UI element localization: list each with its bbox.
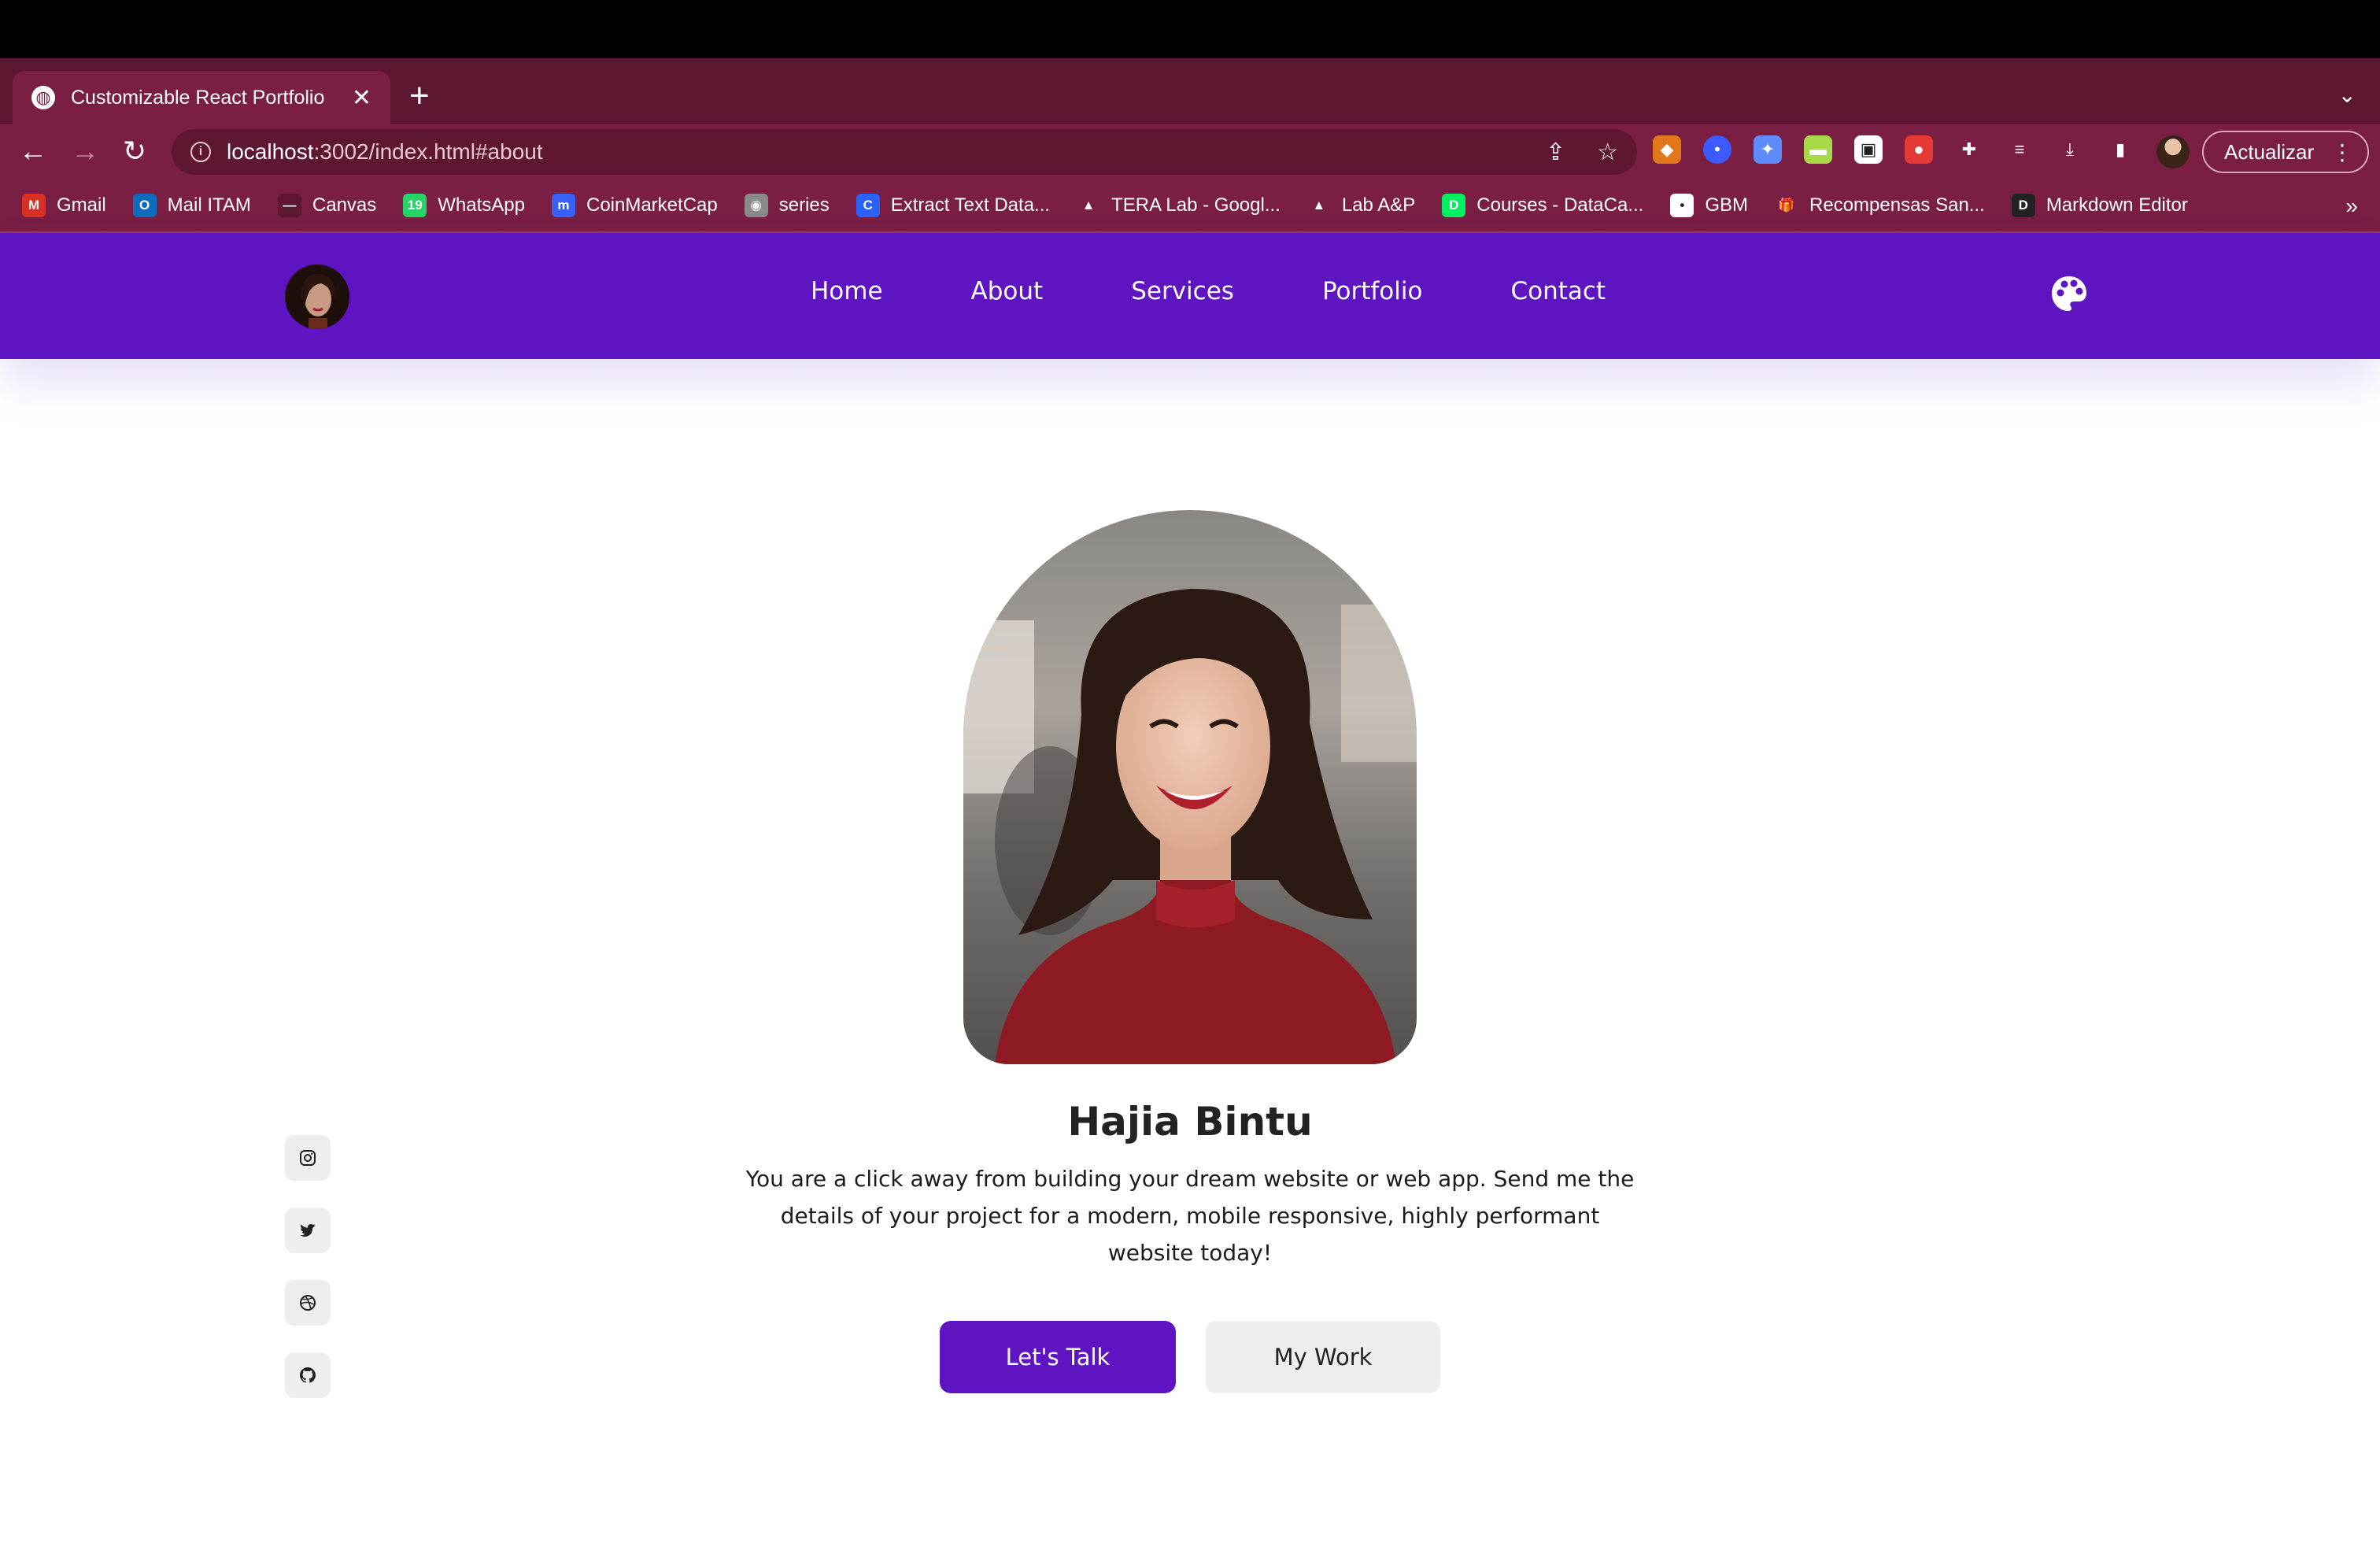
- datacamp-icon: D: [1442, 194, 1466, 217]
- nav-link-portfolio[interactable]: Portfolio: [1322, 277, 1423, 305]
- url-text: localhost:3002/index.html#about: [227, 139, 543, 164]
- share-icon[interactable]: ⇪: [1546, 139, 1565, 166]
- tab-strip: ◍ Customizable React Portfolio ✕ + ⌄: [0, 58, 2380, 124]
- bookmark-item[interactable]: 19 WhatsApp: [403, 194, 525, 217]
- bookmark-item[interactable]: ▲ TERA Lab - Googl...: [1077, 194, 1281, 217]
- bookmark-item[interactable]: — Canvas: [277, 194, 377, 217]
- globe-icon: ◍: [31, 86, 55, 109]
- back-arrow-icon[interactable]: ←: [19, 134, 47, 168]
- bookmark-label: Markdown Editor: [2046, 194, 2188, 216]
- browser-chrome: ◍ Customizable React Portfolio ✕ + ⌄ ← →…: [0, 58, 2380, 233]
- site-logo[interactable]: [285, 264, 349, 329]
- whatsapp-icon: 19: [403, 194, 427, 217]
- recorder-extension-icon[interactable]: ●: [1905, 135, 1933, 164]
- site-navbar: Home About Services Portfolio Contact: [0, 233, 2380, 359]
- social-links: [285, 1135, 331, 1398]
- bookmark-label: series: [778, 194, 830, 216]
- profile-avatar[interactable]: [2156, 135, 2190, 168]
- extensions-bar: ◆ • ✦ ▬ ▣ ● ✚ ≡ ⤓ ▮: [1653, 135, 2134, 164]
- coinmarketcap-icon: m: [551, 194, 575, 217]
- note-extension-icon[interactable]: ▬: [1804, 135, 1832, 164]
- bookmark-label: CoinMarketCap: [586, 194, 718, 216]
- bookmark-item[interactable]: M Gmail: [22, 194, 106, 217]
- nav-links: Home About Services Portfolio Contact: [811, 277, 1606, 305]
- bookmark-star-icon[interactable]: ☆: [1597, 139, 1618, 166]
- metamask-extension-icon[interactable]: ◆: [1653, 135, 1681, 164]
- markdown-editor-icon: D: [2011, 194, 2035, 217]
- reading-list-icon[interactable]: ≡: [2005, 135, 2034, 164]
- bookmark-item[interactable]: D Courses - DataCa...: [1442, 194, 1643, 217]
- bookmarks-bar: M Gmail O Mail ITAM — Canvas 19 WhatsApp m CoinMa…: [0, 179, 2380, 233]
- github-icon[interactable]: [285, 1352, 331, 1398]
- close-tab-icon[interactable]: ✕: [352, 84, 371, 112]
- dribbble-icon[interactable]: [285, 1280, 331, 1326]
- picture-in-picture-icon[interactable]: ▣: [1854, 135, 1883, 164]
- gmail-icon: M: [22, 194, 46, 217]
- bookmark-item[interactable]: 🎁 Recompensas San...: [1775, 194, 1985, 217]
- lets-talk-button[interactable]: Let's Talk: [940, 1321, 1176, 1393]
- bookmark-label: Lab A&P: [1341, 194, 1416, 216]
- update-button[interactable]: Actualizar ⋮: [2202, 131, 2369, 173]
- bookmark-label: Gmail: [57, 194, 106, 216]
- forward-arrow-icon[interactable]: →: [71, 134, 99, 168]
- google-drive-icon: ▲: [1077, 194, 1101, 217]
- new-tab-icon[interactable]: +: [409, 79, 430, 113]
- os-menubar: [0, 0, 2380, 58]
- twitter-icon[interactable]: [285, 1208, 331, 1253]
- gbm-icon: •: [1670, 194, 1694, 217]
- bookmark-label: Mail ITAM: [167, 194, 251, 216]
- site-info-icon[interactable]: i: [190, 142, 211, 162]
- tab-title: Customizable React Portfolio: [71, 86, 325, 109]
- hero-name: Hajia Bintu: [1067, 1099, 1313, 1145]
- page: Home About Services Portfolio Contact Ha…: [0, 233, 2380, 1546]
- bookmark-label: TERA Lab - Googl...: [1111, 194, 1281, 216]
- nav-link-about[interactable]: About: [971, 277, 1044, 305]
- bookmark-label: Recompensas San...: [1809, 194, 1985, 216]
- puzzle-extensions-icon[interactable]: ✚: [1955, 135, 1983, 164]
- browser-toolbar: ← → ↻ i localhost:3002/index.html#about …: [0, 124, 2380, 179]
- address-bar[interactable]: i localhost:3002/index.html#about ⇪ ☆: [172, 129, 1637, 175]
- series-icon: ◉: [744, 194, 768, 217]
- nav-link-services[interactable]: Services: [1131, 277, 1234, 305]
- more-bookmarks-icon[interactable]: »: [2345, 194, 2358, 219]
- outlook-icon: O: [132, 194, 157, 217]
- kebab-menu-icon[interactable]: ⋮: [2331, 139, 2353, 165]
- bookmark-label: Extract Text Data...: [890, 194, 1051, 216]
- satellite-extension-icon[interactable]: ✦: [1754, 135, 1782, 164]
- side-panel-icon[interactable]: ▮: [2106, 135, 2134, 164]
- gift-icon: 🎁: [1775, 194, 1799, 217]
- instagram-icon[interactable]: [285, 1135, 331, 1181]
- bookmark-item[interactable]: m CoinMarketCap: [551, 194, 718, 217]
- profile-portrait: [963, 510, 1417, 1064]
- browser-tab-active[interactable]: ◍ Customizable React Portfolio ✕: [13, 71, 390, 124]
- google-drive-icon: ▲: [1306, 194, 1331, 217]
- hero-description: You are a click away from building your …: [745, 1166, 1635, 1266]
- nav-link-home[interactable]: Home: [811, 277, 883, 305]
- extract-text-icon: C: [856, 194, 880, 217]
- download-icon[interactable]: ⤓: [2056, 135, 2084, 164]
- bookmark-label: Courses - DataCa...: [1476, 194, 1644, 216]
- canvas-icon: —: [277, 194, 301, 217]
- bookmark-label: Canvas: [312, 194, 377, 216]
- chat-extension-icon[interactable]: •: [1703, 135, 1731, 164]
- bookmark-item[interactable]: D Markdown Editor: [2011, 194, 2188, 217]
- palette-icon[interactable]: [2049, 274, 2089, 313]
- my-work-button[interactable]: My Work: [1206, 1321, 1440, 1393]
- bookmark-item[interactable]: ◉ series: [744, 194, 830, 217]
- bookmark-label: WhatsApp: [438, 194, 525, 216]
- nav-link-contact[interactable]: Contact: [1510, 277, 1606, 305]
- bookmark-item[interactable]: O Mail ITAM: [132, 194, 251, 217]
- reload-icon[interactable]: ↻: [123, 134, 146, 168]
- bookmark-item[interactable]: C Extract Text Data...: [856, 194, 1050, 217]
- bookmark-item[interactable]: • GBM: [1670, 194, 1748, 217]
- bookmark-item[interactable]: ▲ Lab A&P: [1306, 194, 1416, 217]
- bookmark-label: GBM: [1705, 194, 1749, 216]
- tab-search-chevron-icon[interactable]: ⌄: [2338, 82, 2356, 108]
